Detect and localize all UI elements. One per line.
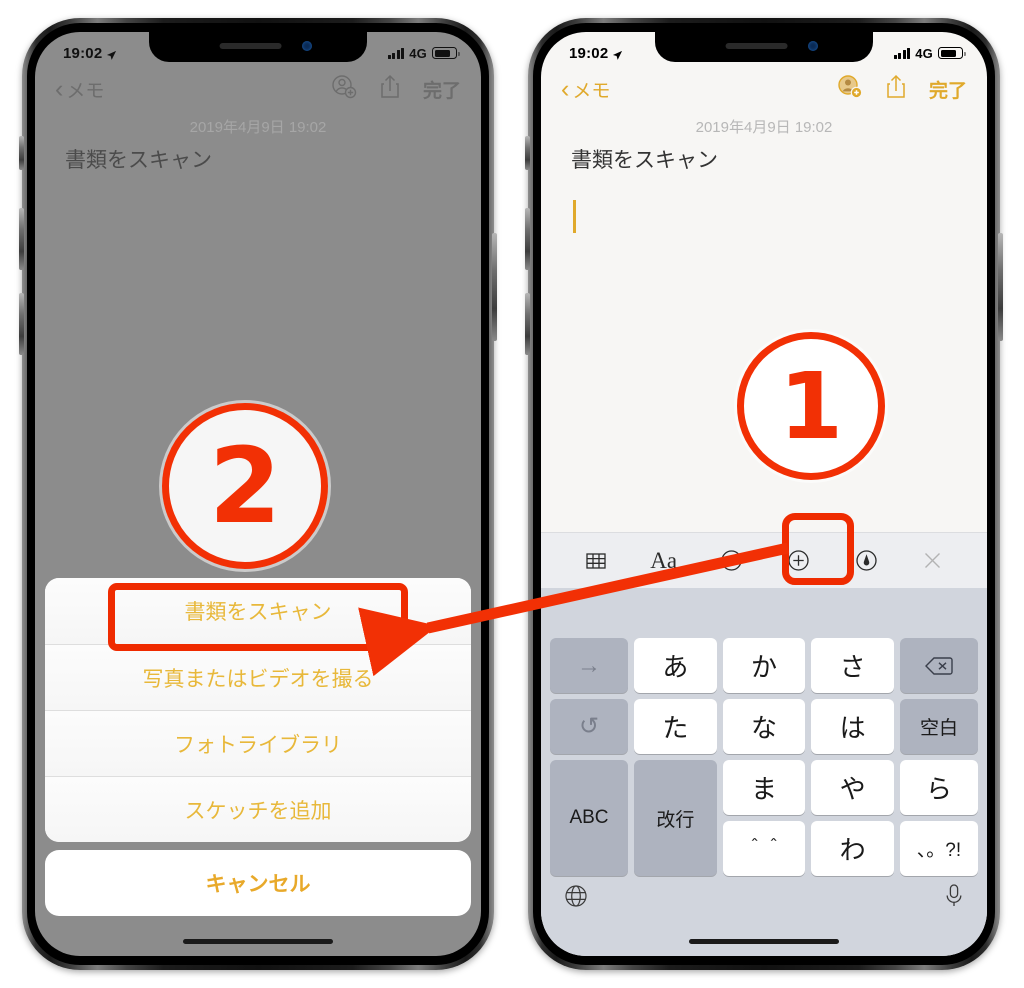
mute-switch[interactable] xyxy=(525,136,530,170)
table-icon[interactable] xyxy=(584,549,608,573)
volume-down-button[interactable] xyxy=(19,293,24,355)
earpiece-speaker xyxy=(725,43,788,49)
step-badge-1: 1 xyxy=(737,332,885,480)
status-time: 19:02 xyxy=(63,44,103,62)
sheet-item-scan-document[interactable]: 書類をスキャン xyxy=(45,578,471,644)
volume-up-button[interactable] xyxy=(19,208,24,270)
key-ma[interactable]: ま xyxy=(722,760,806,815)
chevron-left-icon: ‹ xyxy=(55,74,64,103)
right-phone-bezel: 19:02 4G ‹ メモ 完了 2019年4月9日 19:02 書類をスキャン… xyxy=(533,23,995,965)
notch xyxy=(655,32,873,62)
back-label: メモ xyxy=(66,80,105,102)
home-indicator[interactable] xyxy=(183,939,333,944)
key-na[interactable]: な xyxy=(722,699,806,754)
markup-pen-icon[interactable] xyxy=(854,548,879,573)
add-person-icon[interactable] xyxy=(837,74,863,105)
keyboard-bottom-row xyxy=(541,874,987,922)
done-button[interactable]: 完了 xyxy=(929,76,967,103)
front-camera xyxy=(302,41,312,51)
back-to-notes-button[interactable]: ‹ メモ xyxy=(55,76,104,103)
location-arrow-icon xyxy=(612,48,623,60)
key-ra[interactable]: ら xyxy=(899,760,978,815)
key-ya[interactable]: や xyxy=(811,760,894,815)
location-arrow-icon xyxy=(106,48,117,60)
sheet-item-add-sketch[interactable]: スケッチを追加 xyxy=(45,776,471,842)
note-date: 2019年4月9日 19:02 xyxy=(189,119,327,136)
front-camera xyxy=(808,41,818,51)
back-to-notes-button[interactable]: ‹ メモ xyxy=(561,76,610,103)
battery-icon xyxy=(938,47,966,59)
note-format-toolbar: Aa xyxy=(541,532,987,588)
checklist-icon[interactable] xyxy=(719,548,744,573)
sheet-item-take-photo-video[interactable]: 写真またはビデオを撮る xyxy=(45,644,471,710)
key-punctuation[interactable]: 、。?! xyxy=(899,821,978,876)
volume-up-button[interactable] xyxy=(525,208,530,270)
note-date: 2019年4月9日 19:02 xyxy=(695,119,833,136)
action-sheet-group: 書類をスキャン 写真またはビデオを撮る フォトライブラリ スケッチを追加 xyxy=(45,578,471,842)
status-bar-left: 19:02 xyxy=(569,45,623,62)
right-phone-screen: 19:02 4G ‹ メモ 完了 2019年4月9日 19:02 書類をスキャン… xyxy=(541,32,987,956)
key-emoticon[interactable]: ＾＾ xyxy=(722,821,806,876)
share-icon[interactable] xyxy=(885,74,907,105)
key-wa[interactable]: わ xyxy=(811,821,894,876)
text-cursor xyxy=(573,200,576,233)
network-label: 4G xyxy=(915,45,933,61)
status-bar-right: 4G xyxy=(387,45,460,61)
key-return[interactable]: 改行 xyxy=(634,760,717,876)
key-space[interactable]: 空白 xyxy=(899,699,978,754)
step-badge-1-number: 1 xyxy=(737,332,885,480)
mute-switch[interactable] xyxy=(19,136,24,170)
signal-bars-icon xyxy=(893,47,911,59)
power-button[interactable] xyxy=(492,233,497,341)
step-badge-2-number: 2 xyxy=(162,403,328,569)
add-person-icon[interactable] xyxy=(331,74,357,105)
text-format-icon[interactable]: Aa xyxy=(650,548,677,574)
key-ta[interactable]: た xyxy=(634,699,717,754)
keyboard-keys: → あ か さ ↺ た な は 空白 ABC ま や ら 改行 ＾＾ わ 、。?… xyxy=(550,638,978,876)
key-ha[interactable]: は xyxy=(811,699,894,754)
key-a[interactable]: あ xyxy=(634,638,717,693)
status-time: 19:02 xyxy=(569,44,609,62)
cancel-button[interactable]: キャンセル xyxy=(45,850,471,916)
sheet-item-photo-library[interactable]: フォトライブラリ xyxy=(45,710,471,776)
note-title: 書類をスキャン xyxy=(571,149,718,172)
note-title: 書類をスキャン xyxy=(65,149,212,172)
home-indicator[interactable] xyxy=(689,939,839,944)
status-bar-left: 19:02 xyxy=(63,45,117,62)
key-abc[interactable]: ABC xyxy=(550,760,628,876)
key-sa[interactable]: さ xyxy=(811,638,894,693)
key-undo[interactable]: ↺ xyxy=(550,699,628,754)
key-backspace[interactable] xyxy=(899,638,978,693)
earpiece-speaker xyxy=(219,43,282,49)
signal-bars-icon xyxy=(387,47,405,59)
notch xyxy=(149,32,367,62)
japanese-kana-keyboard: → あ か さ ↺ た な は 空白 ABC ま や ら 改行 ＾＾ わ 、。?… xyxy=(541,588,987,956)
back-label: メモ xyxy=(572,80,611,102)
microphone-icon[interactable] xyxy=(943,883,965,914)
step-badge-2: 2 xyxy=(162,403,328,569)
globe-icon[interactable] xyxy=(563,883,589,914)
network-label: 4G xyxy=(409,45,427,61)
right-phone-frame: 19:02 4G ‹ メモ 完了 2019年4月9日 19:02 書類をスキャン… xyxy=(525,18,1003,970)
share-icon[interactable] xyxy=(379,74,401,105)
battery-icon xyxy=(432,47,460,59)
add-attachment-icon[interactable] xyxy=(786,548,811,573)
note-nav-actions: 完了 xyxy=(837,74,967,105)
chevron-left-icon: ‹ xyxy=(561,74,570,103)
power-button[interactable] xyxy=(998,233,1003,341)
note-nav-actions: 完了 xyxy=(331,74,461,105)
close-keyboard-icon[interactable] xyxy=(921,549,944,572)
status-bar-right: 4G xyxy=(893,45,966,61)
key-ka[interactable]: か xyxy=(722,638,806,693)
note-nav-bar: ‹ メモ 完了 xyxy=(541,66,987,112)
done-button[interactable]: 完了 xyxy=(423,76,461,103)
key-cursor-right[interactable]: → xyxy=(550,638,628,693)
volume-down-button[interactable] xyxy=(525,293,530,355)
action-sheet: 書類をスキャン 写真またはビデオを撮る フォトライブラリ スケッチを追加 キャン… xyxy=(45,578,471,916)
note-nav-bar: ‹ メモ 完了 xyxy=(35,66,481,112)
